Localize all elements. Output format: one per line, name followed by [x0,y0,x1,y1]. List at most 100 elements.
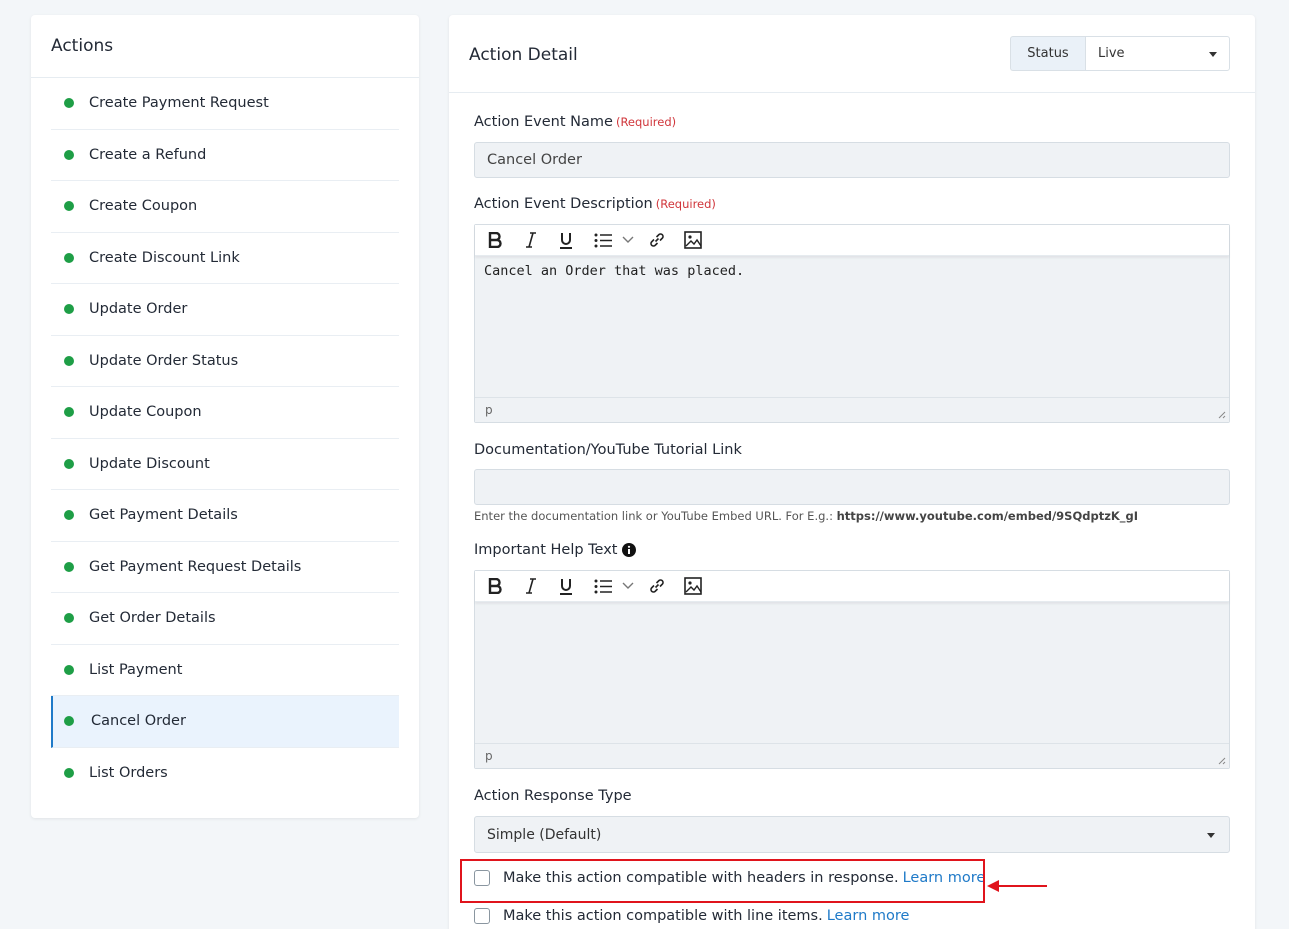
status-select[interactable]: Live [1085,36,1230,71]
required-indicator: (Required) [655,197,716,211]
doc-link-hint-example: https://www.youtube.com/embed/9SQdptzK_g… [836,509,1139,523]
info-icon[interactable] [621,543,636,557]
status-dot-icon [64,304,74,315]
event-desc-label: Action Event Description (Required) [474,196,716,212]
event-desc-editor[interactable]: Cancel an Order that was placed. p [474,224,1230,423]
resize-handle-icon[interactable] [1216,409,1226,419]
status-dot-icon [64,407,74,418]
response-type-select[interactable]: Simple (Default) [474,816,1230,853]
action-item-update-discount[interactable]: Update Discount [51,439,399,490]
doc-link-label: Documentation/YouTube Tutorial Link [474,442,742,458]
underline-icon[interactable] [556,576,576,596]
action-item-get-payment-details[interactable]: Get Payment Details [51,490,399,542]
doc-link-hint-text: Enter the documentation link or YouTube … [474,509,833,523]
action-item-list-orders[interactable]: List Orders [51,748,399,800]
action-item-update-order[interactable]: Update Order [51,284,399,336]
status-value: Live [1098,46,1125,61]
editor-statusbar: p [475,397,1229,422]
action-item-label: Create Payment Request [89,95,269,112]
page-title: Action Detail [469,45,578,65]
status-dot-icon [64,613,74,624]
italic-icon[interactable] [521,576,541,596]
editor-path: p [485,403,493,417]
status-dot-icon [64,510,74,521]
status-control: Status Live [1010,36,1230,71]
action-item-create-payment-request[interactable]: Create Payment Request [51,78,399,130]
doc-link-hint: Enter the documentation link or YouTube … [474,509,1138,523]
bold-icon[interactable] [485,230,505,250]
action-item-update-coupon[interactable]: Update Coupon [51,387,399,439]
action-item-cancel-order[interactable]: Cancel Order [51,696,399,748]
action-item-label: Create Discount Link [89,249,240,266]
status-dot-icon [64,768,74,779]
action-list: Create Payment Request Create a Refund C… [31,78,419,799]
chevron-down-icon[interactable] [621,230,635,250]
status-dot-icon [64,716,74,727]
event-desc-label-text: Action Event Description [474,196,653,212]
annotation-arrow-icon [987,880,1047,892]
status-dot-icon [64,355,74,366]
action-item-label: Get Order Details [89,610,216,627]
image-icon[interactable] [683,576,703,596]
editor-toolbar [475,225,1229,256]
action-item-create-refund[interactable]: Create a Refund [51,130,399,181]
status-dot-icon [64,664,74,675]
italic-icon[interactable] [521,230,541,250]
bullet-list-icon[interactable] [593,576,613,596]
action-item-label: Update Order [89,301,188,318]
action-item-label: Get Payment Details [89,507,238,524]
action-item-label: Update Order Status [89,352,239,369]
resize-handle-icon[interactable] [1216,755,1226,765]
link-icon[interactable] [647,576,667,596]
editor-statusbar: p [475,743,1229,768]
actions-panel: Actions Create Payment Request Create a … [31,15,419,818]
annotation-highlight-box [460,859,985,903]
event-name-label: Action Event Name (Required) [474,114,676,130]
required-indicator: (Required) [615,115,677,129]
underline-icon[interactable] [556,230,576,250]
link-icon[interactable] [647,230,667,250]
status-dot-icon [64,98,74,109]
line-items-compat-option: Make this action compatible with line it… [474,908,909,924]
bold-icon[interactable] [485,576,505,596]
action-item-list-payment[interactable]: List Payment [51,645,399,696]
chevron-down-icon[interactable] [621,576,635,596]
response-type-label: Action Response Type [474,788,632,804]
action-item-get-order-details[interactable]: Get Order Details [51,593,399,645]
action-item-label: Cancel Order [91,713,186,730]
caret-down-icon [1209,51,1217,57]
status-dot-icon [64,458,74,469]
status-dot-icon [64,149,74,160]
action-item-label: Create Coupon [89,198,198,215]
doc-link-input[interactable] [474,469,1230,505]
event-name-label-text: Action Event Name [474,114,613,130]
line-items-compat-label: Make this action compatible with line it… [503,908,823,924]
image-icon[interactable] [683,230,703,250]
action-item-label: Update Discount [89,455,210,472]
help-text-label: Important Help Text [474,542,636,558]
action-item-label: List Payment [89,661,183,678]
help-text-label-text: Important Help Text [474,542,618,558]
action-item-label: List Orders [89,765,168,782]
action-item-label: Get Payment Request Details [89,558,302,575]
action-item-create-discount-link[interactable]: Create Discount Link [51,233,399,284]
help-text-editor[interactable]: p [474,570,1230,769]
action-item-get-payment-request-details[interactable]: Get Payment Request Details [51,542,399,593]
action-item-update-order-status[interactable]: Update Order Status [51,336,399,387]
action-item-create-coupon[interactable]: Create Coupon [51,181,399,233]
status-dot-icon [64,252,74,263]
status-label: Status [1010,36,1085,71]
caret-down-icon [1207,832,1215,838]
event-desc-content: Cancel an Order that was placed. [484,263,745,279]
status-dot-icon [64,201,74,212]
action-item-label: Create a Refund [89,146,207,163]
status-dot-icon [64,561,74,572]
learn-more-link[interactable]: Learn more [827,908,910,924]
editor-toolbar [475,571,1229,602]
line-items-compat-checkbox[interactable] [474,908,490,924]
detail-header: Action Detail Status Live [449,15,1255,93]
bullet-list-icon[interactable] [593,230,613,250]
actions-title: Actions [31,15,419,78]
editor-path: p [485,749,493,763]
event-name-input[interactable]: Cancel Order [474,142,1230,178]
